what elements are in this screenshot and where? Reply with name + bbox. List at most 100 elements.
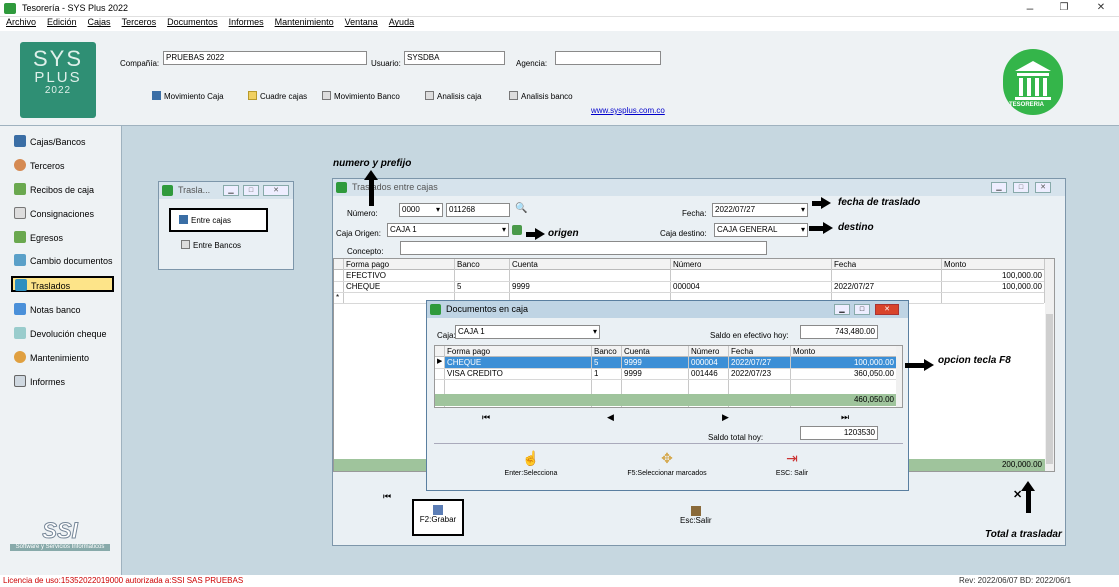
- seleccionar-marcados-button[interactable]: ✥ F5:Seleccionar marcados: [607, 448, 727, 477]
- menu-ayuda[interactable]: Ayuda: [389, 17, 414, 27]
- next-record-icon[interactable]: ▶: [722, 412, 729, 423]
- sidebar-item-notas-banco[interactable]: Notas banco: [14, 302, 81, 318]
- caja-origen-select[interactable]: CAJA 1 ▾: [387, 223, 509, 237]
- menu-ventana[interactable]: Ventana: [345, 17, 378, 27]
- grabar-button[interactable]: F2:Grabar: [412, 499, 464, 536]
- salir-button[interactable]: ⇥ ESC: Salir: [757, 448, 827, 477]
- toolbar-cuadre-cajas[interactable]: Cuadre cajas: [248, 91, 307, 101]
- toolbar-analisis-caja[interactable]: Analisis caja: [425, 91, 481, 101]
- maximize-button[interactable]: □: [1013, 182, 1029, 193]
- numero-prefix-select[interactable]: 0000 ▾: [399, 203, 443, 217]
- header-panel: [0, 31, 1119, 126]
- row-pointer-icon: ▶: [437, 358, 443, 365]
- menu-cajas[interactable]: Cajas: [88, 17, 111, 27]
- sidebar-item-consignaciones[interactable]: Consignaciones: [14, 206, 94, 222]
- table-cell: 1: [594, 369, 599, 378]
- search-icon[interactable]: 🔍: [515, 203, 527, 214]
- menu-documentos[interactable]: Documentos: [167, 17, 218, 27]
- previous-record-icon[interactable]: ◀: [607, 412, 614, 423]
- first-record-icon[interactable]: ⏮: [383, 491, 391, 502]
- maximize-button[interactable]: ❐: [1050, 2, 1078, 13]
- table-cell: 100,000.00: [1001, 282, 1042, 291]
- table-cell: 100,000.00: [853, 358, 894, 367]
- receipt-icon: [14, 183, 26, 195]
- numero-field[interactable]: 011268: [446, 203, 510, 217]
- sidebar-item-cajas-bancos[interactable]: Cajas/Bancos: [14, 134, 86, 150]
- sidebar-item-devolucion-cheque[interactable]: Devolución cheque: [14, 326, 107, 342]
- minimize-button[interactable]: ▁: [834, 304, 850, 315]
- website-link[interactable]: www.sysplus.com.co: [591, 106, 665, 115]
- chevron-down-icon: ▾: [501, 225, 506, 234]
- saldo-efectivo-field: 743,480.00: [800, 325, 878, 339]
- note-icon: [14, 303, 26, 315]
- destino-label: Caja destino:: [660, 229, 707, 238]
- vertical-scrollbar[interactable]: [1045, 259, 1054, 471]
- maximize-button[interactable]: □: [854, 304, 870, 315]
- sidebar-item-cambio-documentos[interactable]: Cambio documentos: [14, 253, 113, 269]
- minimize-button[interactable]: ▁: [991, 182, 1007, 193]
- salir-button[interactable]: Esc:Salir: [680, 506, 712, 525]
- table-cell: 100,000.00: [1001, 271, 1042, 280]
- sidebar-item-egresos[interactable]: Egresos: [14, 230, 63, 246]
- table-cell: 2022/07/27: [731, 358, 772, 367]
- col-header: Forma pago: [346, 260, 390, 269]
- maximize-button[interactable]: □: [243, 185, 259, 196]
- window-title: Tesorería - SYS Plus 2022: [22, 3, 129, 13]
- bank-icon: [322, 91, 331, 100]
- exit-icon: ⇥: [786, 450, 798, 466]
- return-icon: [14, 327, 26, 339]
- chevron-down-icon: ▾: [800, 205, 805, 214]
- table-cell: 5: [457, 282, 462, 291]
- save-icon: [433, 505, 443, 515]
- agency-field[interactable]: [555, 51, 661, 65]
- vertical-scrollbar[interactable]: [896, 346, 902, 407]
- col-header: Número: [691, 347, 720, 356]
- company-field[interactable]: PRUEBAS 2022: [163, 51, 367, 65]
- menu-edicion[interactable]: Edición: [47, 17, 77, 27]
- new-row-marker: *: [336, 293, 340, 302]
- minimize-button[interactable]: –: [1016, 1, 1044, 15]
- menu-mantenimiento[interactable]: Mantenimiento: [275, 17, 334, 27]
- saldo-total-label: Saldo total hoy:: [708, 433, 764, 442]
- first-record-icon[interactable]: ⏮: [482, 412, 490, 423]
- menu-terceros[interactable]: Terceros: [122, 17, 157, 27]
- toolbar-movimiento-banco[interactable]: Movimiento Banco: [322, 91, 400, 101]
- menu-informes[interactable]: Informes: [229, 17, 264, 27]
- sidebar-item-terceros[interactable]: Terceros: [14, 158, 65, 174]
- annotation-destino: destino: [838, 222, 874, 233]
- close-button[interactable]: ✕: [263, 185, 289, 196]
- refresh-icon[interactable]: [512, 225, 522, 235]
- saldo-efectivo-label: Saldo en efectivo hoy:: [710, 331, 789, 340]
- last-record-icon[interactable]: ⏭: [841, 412, 849, 423]
- toolbar-analisis-banco[interactable]: Analisis banco: [509, 91, 573, 101]
- fecha-field[interactable]: 2022/07/27 ▾: [712, 203, 808, 217]
- money-out-icon: [14, 231, 26, 243]
- hand-pointer-icon: ☝: [522, 450, 540, 466]
- sidebar-item-traslados[interactable]: Traslados: [11, 276, 114, 292]
- caja-destino-select[interactable]: CAJA GENERAL ▾: [714, 223, 808, 237]
- sidebar-item-mantenimiento[interactable]: Mantenimiento: [14, 350, 89, 366]
- entre-cajas-option[interactable]: Entre cajas: [169, 208, 268, 232]
- scrollbar-thumb[interactable]: [1046, 314, 1053, 464]
- annotation-origen: origen: [548, 228, 579, 239]
- person-icon: [14, 159, 26, 171]
- sidebar-item-informes[interactable]: Informes: [14, 374, 65, 390]
- close-button[interactable]: ✕: [875, 304, 899, 315]
- arrow-up-icon: [364, 170, 378, 180]
- sidebar-item-recibos[interactable]: Recibos de caja: [14, 182, 94, 198]
- entre-bancos-option[interactable]: Entre Bancos: [181, 240, 241, 250]
- col-header: Banco: [457, 260, 480, 269]
- bank-icon: [14, 207, 26, 219]
- concepto-field[interactable]: [400, 241, 767, 255]
- toolbar-movimiento-caja[interactable]: Movimiento Caja: [152, 91, 224, 101]
- minimize-button[interactable]: ▁: [223, 185, 239, 196]
- traslados-menu-window: Trasla... ▁ □ ✕ Entre cajas Entre Bancos: [158, 181, 294, 270]
- user-field[interactable]: SYSDBA: [404, 51, 505, 65]
- selecciona-button[interactable]: ☝ Enter:Selecciona: [491, 448, 571, 477]
- transfer-icon: [336, 182, 347, 193]
- close-button[interactable]: ✕: [1035, 182, 1051, 193]
- close-button[interactable]: ✕: [1087, 2, 1115, 13]
- caja-select[interactable]: CAJA 1 ▾: [455, 325, 600, 339]
- chevron-down-icon: ▾: [592, 327, 597, 336]
- menu-archivo[interactable]: Archivo: [6, 17, 36, 27]
